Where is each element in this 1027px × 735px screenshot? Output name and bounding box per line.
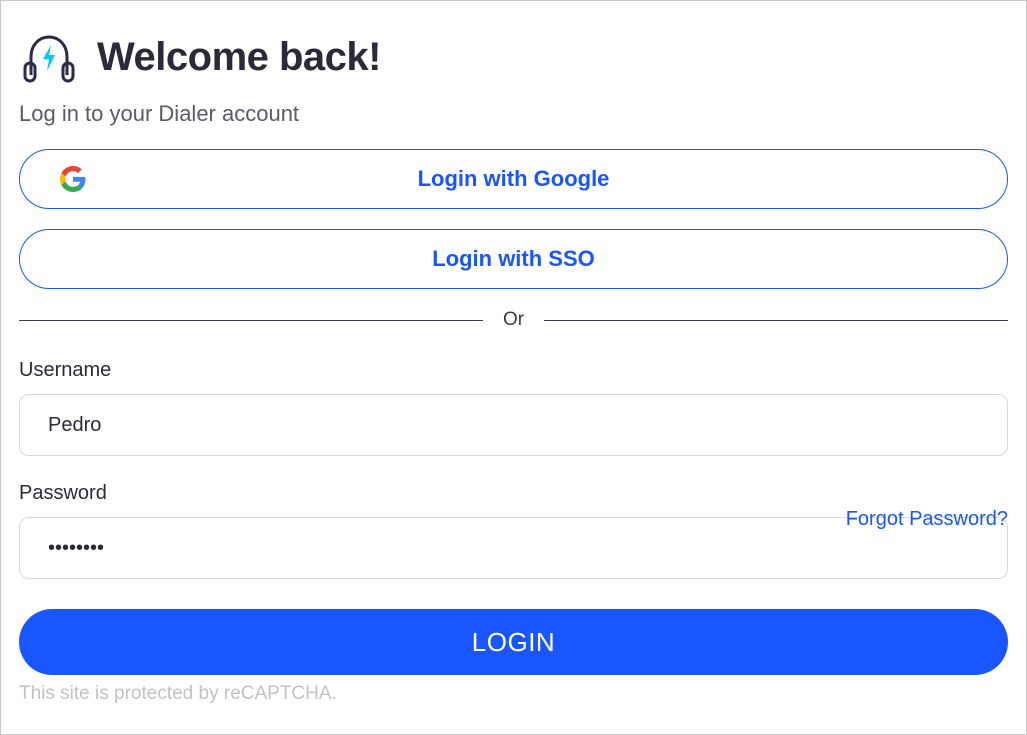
divider-line-right bbox=[544, 320, 1008, 321]
headset-lightning-icon bbox=[19, 27, 79, 87]
username-label: Username bbox=[19, 359, 1008, 382]
forgot-password-link[interactable]: Forgot Password? bbox=[846, 508, 1008, 531]
username-input[interactable] bbox=[19, 394, 1008, 456]
google-icon bbox=[60, 166, 86, 192]
page-subtitle: Log in to your Dialer account bbox=[19, 101, 1008, 127]
recaptcha-notice: This site is protected by reCAPTCHA. bbox=[19, 683, 1008, 705]
login-button[interactable]: LOGIN bbox=[19, 609, 1008, 675]
password-field-block: Password Forgot Password? bbox=[19, 482, 1008, 579]
divider: Or bbox=[19, 309, 1008, 331]
username-field-block: Username bbox=[19, 359, 1008, 456]
login-sso-button[interactable]: Login with SSO bbox=[19, 229, 1008, 289]
login-google-label: Login with Google bbox=[418, 166, 610, 192]
divider-line-left bbox=[19, 320, 483, 321]
divider-label: Or bbox=[483, 309, 544, 331]
login-sso-label: Login with SSO bbox=[432, 246, 595, 272]
login-google-button[interactable]: Login with Google bbox=[19, 149, 1008, 209]
page-title: Welcome back! bbox=[97, 35, 381, 80]
password-label: Password bbox=[19, 482, 107, 505]
header: Welcome back! bbox=[19, 27, 1008, 87]
